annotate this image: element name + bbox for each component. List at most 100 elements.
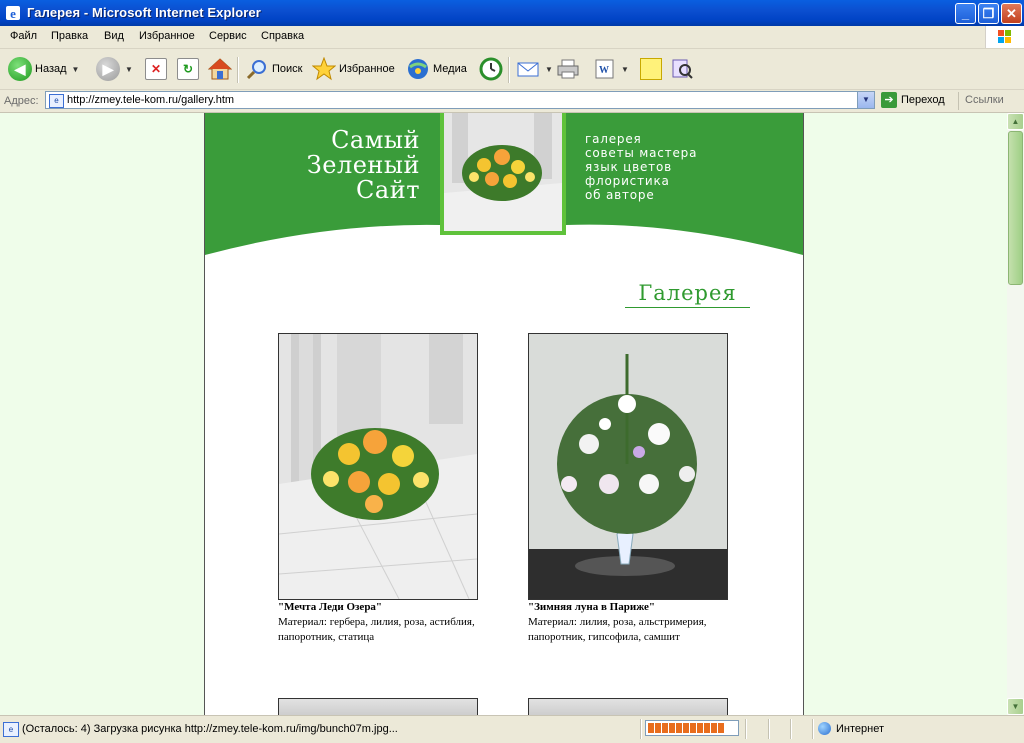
search-button[interactable]: Поиск bbox=[245, 55, 302, 83]
scroll-down-button[interactable]: ▼ bbox=[1007, 698, 1024, 715]
stop-button[interactable]: ✕ bbox=[145, 55, 167, 83]
forward-button[interactable]: ▶ ▼ bbox=[96, 55, 133, 83]
stop-icon: ✕ bbox=[145, 58, 167, 80]
nav-gallery[interactable]: галерея bbox=[585, 132, 697, 146]
back-arrow-icon: ◀ bbox=[8, 57, 32, 81]
gallery-item-description: Материал: гербера, лилия, роза, астиблия… bbox=[278, 616, 475, 643]
back-label: Назад bbox=[35, 63, 67, 75]
svg-text:W: W bbox=[599, 65, 609, 76]
home-button[interactable] bbox=[208, 55, 232, 83]
chevron-down-icon[interactable]: ▼ bbox=[545, 65, 553, 74]
media-button[interactable]: Медиа bbox=[406, 55, 467, 83]
address-dropdown-button[interactable]: ▼ bbox=[857, 92, 874, 108]
vertical-scrollbar[interactable]: ▲ ▼ bbox=[1007, 113, 1024, 715]
research-icon bbox=[672, 59, 693, 79]
menu-help[interactable]: Справка bbox=[261, 30, 304, 42]
chevron-down-icon[interactable]: ▼ bbox=[72, 65, 80, 74]
security-zone: Интернет bbox=[818, 722, 884, 735]
home-icon bbox=[208, 58, 232, 80]
progress-bar bbox=[645, 720, 739, 736]
maximize-button[interactable]: ❐ bbox=[978, 3, 999, 24]
nav-floristics[interactable]: флористика bbox=[585, 174, 697, 188]
page-viewport: Самый Зеленый Сайт галерея советы мастер… bbox=[0, 113, 1007, 715]
address-label: Адрес: bbox=[4, 95, 39, 107]
page-heading: Галерея bbox=[625, 281, 750, 308]
refresh-button[interactable]: ↻ bbox=[177, 55, 199, 83]
history-button[interactable] bbox=[478, 55, 504, 83]
address-bar: Адрес: e http://zmey.tele-kom.ru/gallery… bbox=[0, 90, 1024, 113]
header-bouquet-photo bbox=[444, 113, 562, 231]
search-label: Поиск bbox=[272, 63, 303, 75]
progress-block bbox=[648, 723, 654, 733]
globe-icon bbox=[818, 722, 831, 735]
window-title: Галерея - Microsoft Internet Explorer bbox=[27, 5, 261, 20]
edit-button[interactable]: W ▼ bbox=[594, 55, 629, 83]
address-input[interactable]: e http://zmey.tele-kom.ru/gallery.htm ▼ bbox=[45, 91, 875, 109]
windows-logo-icon bbox=[985, 26, 1024, 48]
mail-button[interactable]: ▼ bbox=[516, 55, 553, 83]
gallery-item-description: Материал: лилия, роза, альстримерия, пап… bbox=[528, 616, 707, 643]
menu-favorites[interactable]: Избранное bbox=[139, 30, 195, 42]
progress-block bbox=[669, 723, 675, 733]
back-button[interactable]: ◀ Назад ▼ bbox=[8, 55, 79, 83]
progress-block bbox=[704, 723, 710, 733]
menu-tools[interactable]: Сервис bbox=[209, 30, 247, 42]
messenger-button[interactable] bbox=[670, 55, 694, 83]
progress-block bbox=[676, 723, 682, 733]
site-page: Самый Зеленый Сайт галерея советы мастер… bbox=[204, 113, 804, 715]
star-icon bbox=[312, 57, 336, 81]
chevron-down-icon[interactable]: ▼ bbox=[125, 65, 133, 74]
address-url[interactable]: http://zmey.tele-kom.ru/gallery.htm bbox=[67, 94, 234, 106]
progress-block bbox=[711, 723, 717, 733]
site-nav: галерея советы мастера язык цветов флори… bbox=[585, 132, 697, 202]
gallery-item-title: "Зимняя луна в Париже" bbox=[528, 601, 656, 613]
progress-block bbox=[697, 723, 703, 733]
menu-edit[interactable]: Правка bbox=[51, 30, 88, 42]
links-button[interactable]: Ссылки bbox=[958, 92, 1004, 110]
site-logo[interactable]: Самый Зеленый Сайт bbox=[307, 128, 420, 203]
zone-label: Интернет bbox=[836, 722, 884, 735]
go-arrow-icon: ➔ bbox=[881, 92, 897, 108]
menu-bar: Файл Правка Вид Избранное Сервис Справка bbox=[0, 26, 1024, 49]
media-label: Медиа bbox=[433, 63, 467, 75]
mail-icon bbox=[517, 62, 539, 77]
gallery-image[interactable] bbox=[528, 333, 728, 600]
scroll-up-button[interactable]: ▲ bbox=[1007, 113, 1024, 130]
go-button[interactable]: ➔ Переход bbox=[881, 92, 945, 108]
go-label: Переход bbox=[901, 94, 945, 106]
progress-block bbox=[655, 723, 661, 733]
menu-file[interactable]: Файл bbox=[10, 30, 37, 42]
page-icon: e bbox=[49, 94, 64, 108]
printer-icon bbox=[557, 59, 579, 79]
minimize-button[interactable]: _ bbox=[955, 3, 976, 24]
progress-block bbox=[690, 723, 696, 733]
print-button[interactable] bbox=[556, 55, 580, 83]
discuss-button[interactable] bbox=[640, 55, 662, 83]
header-photo-frame bbox=[440, 113, 566, 235]
search-icon bbox=[246, 60, 266, 80]
toolbar: ◀ Назад ▼ ▶ ▼ ✕ ↻ Поиск Избранное Медиа … bbox=[0, 49, 1024, 90]
gallery-image-partial[interactable] bbox=[528, 698, 728, 715]
word-icon: W bbox=[595, 59, 614, 79]
logo-line-1: Самый bbox=[331, 126, 420, 154]
progress-block bbox=[683, 723, 689, 733]
forward-arrow-icon: ▶ bbox=[96, 57, 120, 81]
ie-icon: e bbox=[6, 6, 20, 21]
nav-master-tips[interactable]: советы мастера bbox=[585, 146, 697, 160]
nav-flower-language[interactable]: язык цветов bbox=[585, 160, 697, 174]
gallery-image[interactable] bbox=[278, 333, 478, 600]
media-icon bbox=[408, 59, 428, 79]
favorites-label: Избранное bbox=[339, 63, 395, 75]
page-loading-icon: e bbox=[3, 722, 19, 737]
favorites-button[interactable]: Избранное bbox=[312, 55, 395, 83]
nav-about-author[interactable]: об авторе bbox=[585, 188, 697, 202]
gallery-image-partial[interactable] bbox=[278, 698, 478, 715]
menu-view[interactable]: Вид bbox=[104, 30, 124, 42]
refresh-icon: ↻ bbox=[177, 58, 199, 80]
chevron-down-icon[interactable]: ▼ bbox=[621, 65, 629, 74]
status-bar: e (Осталось: 4) Загрузка рисунка http://… bbox=[0, 715, 1024, 743]
progress-block bbox=[662, 723, 668, 733]
title-bar: e Галерея - Microsoft Internet Explorer … bbox=[0, 0, 1024, 26]
scroll-thumb[interactable] bbox=[1008, 131, 1023, 285]
close-button[interactable]: ✕ bbox=[1001, 3, 1022, 24]
